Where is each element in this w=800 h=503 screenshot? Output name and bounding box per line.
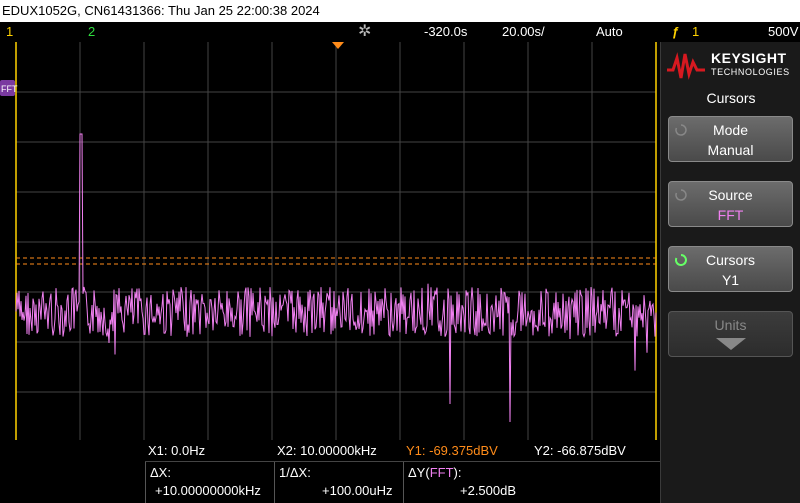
trigger-channel: 1 bbox=[692, 24, 700, 39]
readout-separator bbox=[274, 462, 275, 503]
x2-readout: X2: 10.00000kHz bbox=[277, 443, 377, 458]
fft-marker-label: FFT bbox=[1, 84, 18, 94]
delta-y-suffix: ): bbox=[453, 465, 462, 480]
delta-y-value: +2.500dB bbox=[460, 483, 517, 498]
brand-sub: TECHNOLOGIES bbox=[711, 67, 790, 77]
delta-y-source: FFT bbox=[429, 465, 454, 480]
softkey-cursors-label: Cursors bbox=[705, 252, 755, 268]
softkey-cursors-value: Y1 bbox=[721, 272, 740, 288]
softkey-source[interactable]: Source FFT bbox=[668, 181, 793, 227]
arrow-down-icon bbox=[716, 338, 746, 350]
window-title: EDUX1052G, CN61431366: Thu Jan 25 22:00:… bbox=[0, 0, 800, 22]
status-bar: 1 2 ✲ -320.0s 20.00s/ Auto bbox=[0, 22, 660, 42]
softkey-source-label: Source bbox=[708, 187, 753, 203]
trigger-level: 500V bbox=[768, 24, 799, 39]
delta-x-label: ΔX: bbox=[150, 465, 171, 480]
softkey-mode-label: Mode bbox=[712, 122, 749, 138]
channel-1-label[interactable]: 1 bbox=[6, 22, 13, 42]
channel-2-label[interactable]: 2 bbox=[88, 22, 95, 42]
softkey-mode[interactable]: Mode Manual bbox=[668, 116, 793, 162]
softkey-units[interactable]: Units bbox=[668, 311, 793, 357]
keysight-logo: KEYSIGHT TECHNOLOGIES bbox=[667, 46, 795, 80]
inverse-delta-x-value: +100.00uHz bbox=[322, 483, 393, 498]
waveform-display[interactable]: FFT bbox=[0, 42, 660, 440]
keysight-wave-icon bbox=[667, 52, 705, 80]
softkey-cursors[interactable]: Cursors Y1 bbox=[668, 246, 793, 292]
time-delay: -320.0s bbox=[424, 24, 468, 39]
delta-y-label: ΔY(FFT): bbox=[408, 465, 461, 480]
x1-readout: X1: 0.0Hz bbox=[148, 443, 206, 458]
brand-name: KEYSIGHT bbox=[711, 50, 787, 66]
readout-separator bbox=[403, 462, 404, 503]
softkey-panel: KEYSIGHT TECHNOLOGIES Cursors Mode Manua… bbox=[660, 42, 800, 503]
y2-readout: Y2: -66.875dBV bbox=[534, 443, 626, 458]
y1-readout: Y1: -69.375dBV bbox=[406, 443, 498, 458]
delta-x-value: +10.00000000kHz bbox=[155, 483, 261, 498]
menu-title: Cursors bbox=[706, 90, 756, 106]
softkey-mode-value: Manual bbox=[707, 142, 754, 158]
trigger-status: ƒ 1 500V bbox=[660, 22, 800, 42]
softkey-source-value: FFT bbox=[717, 207, 744, 223]
delta-y-prefix: ΔY( bbox=[408, 465, 430, 480]
softkey-units-label: Units bbox=[714, 317, 747, 333]
inverse-delta-x-label: 1/ΔX: bbox=[279, 465, 311, 480]
readout-separator bbox=[145, 462, 146, 503]
trigger-mode: Auto bbox=[596, 24, 623, 39]
cursor-readout: X1: 0.0Hz X2: 10.00000kHz Y1: -69.375dBV… bbox=[0, 440, 660, 503]
trigger-edge-icon: ƒ bbox=[672, 24, 680, 39]
run-stop-icon: ✲ bbox=[358, 23, 372, 40]
time-scale: 20.00s/ bbox=[502, 24, 545, 39]
